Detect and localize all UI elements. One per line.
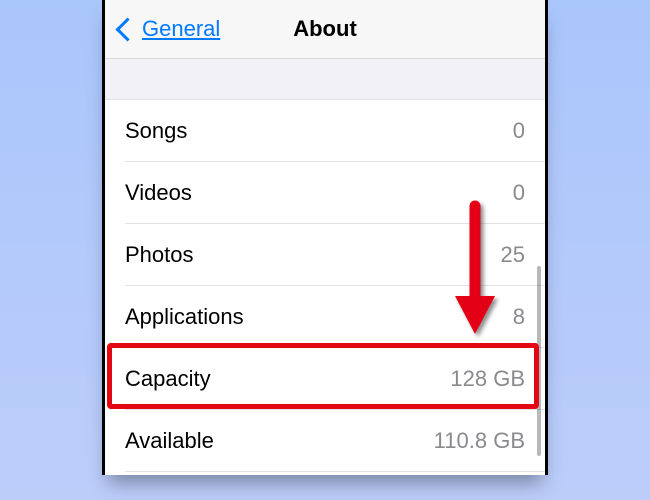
about-list: Songs 0 Videos 0 Photos 25 Applications …: [105, 100, 545, 472]
chevron-left-icon: [115, 17, 139, 41]
row-capacity[interactable]: Capacity 128 GB: [105, 348, 545, 410]
row-videos[interactable]: Videos 0: [105, 162, 545, 224]
row-value: 0: [513, 118, 525, 144]
row-applications[interactable]: Applications 8: [105, 286, 545, 348]
row-value: 110.8 GB: [434, 428, 525, 454]
row-label: Available: [125, 428, 214, 454]
row-label: Songs: [125, 118, 187, 144]
row-label: Capacity: [125, 366, 211, 392]
row-value: 25: [501, 242, 525, 268]
row-available[interactable]: Available 110.8 GB: [105, 410, 545, 472]
row-value: 8: [513, 304, 525, 330]
scroll-indicator: [537, 266, 541, 456]
phone-screen: General About Songs 0 Videos 0 Photos 25…: [102, 0, 548, 475]
navbar: General About: [105, 0, 545, 59]
backdrop: General About Songs 0 Videos 0 Photos 25…: [0, 0, 650, 500]
row-value: 128 GB: [450, 366, 525, 392]
section-spacer: [105, 59, 545, 100]
back-button[interactable]: General: [113, 0, 220, 58]
back-label: General: [142, 16, 220, 42]
row-label: Photos: [125, 242, 194, 268]
row-photos[interactable]: Photos 25: [105, 224, 545, 286]
row-label: Videos: [125, 180, 192, 206]
row-value: 0: [513, 180, 525, 206]
row-label: Applications: [125, 304, 244, 330]
row-songs[interactable]: Songs 0: [105, 100, 545, 162]
